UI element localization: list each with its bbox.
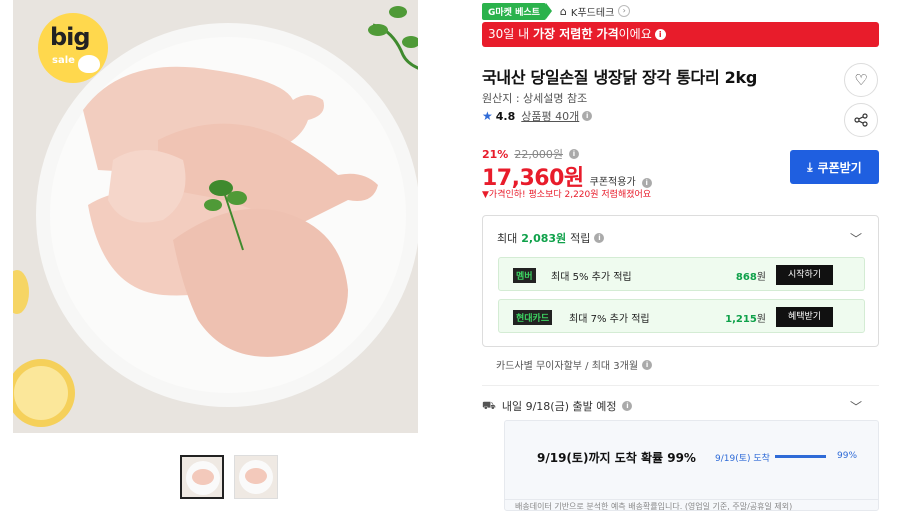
points-row-amount-unit: 원 (756, 314, 766, 325)
divider (505, 499, 878, 500)
wishlist-button[interactable]: ♡ (844, 63, 878, 97)
down-arrow-icon: ▼ (482, 190, 489, 200)
big-sale-small-text: sale (52, 55, 75, 66)
store-link[interactable]: ⌂ K푸드테크 › (559, 4, 631, 19)
big-sale-badge: big sale (38, 13, 108, 83)
points-row-amount: 868원 (736, 268, 766, 283)
info-icon[interactable]: i (622, 401, 633, 411)
info-icon[interactable]: i (642, 359, 653, 370)
gmarket-best-badge[interactable]: G마켓 베스트 (482, 2, 552, 20)
coupon-button-label: 쿠폰받기 (817, 160, 862, 175)
points-row-amount-value: 868 (735, 272, 757, 283)
chevron-down-icon[interactable]: ﹀ (850, 230, 862, 247)
lowest-price-banner[interactable]: 30일 내 가장 저렴한 가격이에요 i (482, 22, 879, 47)
thumbnail-2[interactable] (234, 455, 278, 499)
points-head-suffix: 적립 (570, 232, 591, 245)
rating-score: 4.8 (495, 109, 516, 123)
info-icon[interactable]: i (582, 111, 593, 121)
price-drop-text: 가격인하! 평소보다 2,220원 저렴해졌어요 (488, 190, 652, 200)
lowest-prefix: 30일 내 (488, 27, 533, 41)
points-head[interactable]: 최대 2,083원 적립 i (497, 230, 605, 246)
info-icon[interactable]: i (594, 233, 605, 243)
chevron-right-icon: › (618, 5, 631, 17)
points-head-prefix: 최대 (497, 232, 518, 245)
points-row-amount-unit: 원 (756, 272, 766, 283)
member-logo: 멤버 (513, 268, 536, 283)
bunny-icon (78, 55, 100, 73)
coupon-applied-label: 쿠폰적용가 (589, 177, 636, 188)
product-info-panel: G마켓 베스트 ⌂ K푸드테크 › 30일 내 가장 저렴한 가격이에요 i 국내… (482, 0, 880, 511)
points-row-member: 멤버 최대 5% 추가 적립 868원 시작하기 (498, 257, 865, 291)
hyundai-card-logo: 현대카드 (513, 310, 553, 325)
thumbnail-meat (192, 469, 214, 485)
get-benefit-button[interactable]: 혜택받기 (776, 307, 833, 327)
points-row-desc: 최대 5% 추가 적립 (551, 272, 632, 283)
points-row-hyundai-card: 현대카드 최대 7% 추가 적립 1,215원 혜택받기 (498, 299, 865, 333)
rating-summary: ★ 4.8 상품평 40개 i (482, 108, 593, 124)
start-button[interactable]: 시작하기 (776, 265, 833, 285)
installment-text: 카드사별 무이자할부 / 최대 3개월 (496, 361, 639, 372)
share-button[interactable] (844, 103, 878, 137)
points-box: 최대 2,083원 적립 i ﹀ 멤버 최대 5% 추가 적립 868원 시작하… (482, 215, 879, 347)
arrival-probability-bar (775, 455, 826, 458)
info-icon[interactable]: i (654, 29, 666, 40)
get-coupon-button[interactable]: ⤓ 쿠폰받기 (790, 150, 879, 184)
arrival-probability: 9/19(토)까지 도착 확률 99% (537, 451, 696, 465)
product-origin: 원산지 : 상세설명 참조 (482, 92, 588, 105)
arrival-probability-box: 9/19(토)까지 도착 확률 99% 9/19(토) 도착 99% 배송데이터… (504, 420, 879, 511)
home-icon: ⌂ (559, 4, 567, 18)
product-title: 국내산 당일손질 냉장닭 장각 통다리 2kg (482, 68, 757, 87)
thumbnail-meat (245, 468, 267, 484)
lowest-bold: 가장 저렴한 가격 (532, 27, 619, 41)
discount-percent: 21% (482, 147, 509, 161)
truck-icon: ⛟ (482, 398, 496, 412)
badge-row: G마켓 베스트 ⌂ K푸드테크 › (482, 2, 631, 20)
installment-info: 카드사별 무이자할부 / 최대 3개월 i (496, 357, 653, 372)
arrival-date-label: 9/19(토) 도착 (715, 454, 770, 464)
info-icon[interactable]: i (568, 149, 579, 159)
heart-icon: ♡ (854, 71, 868, 89)
main-product-image[interactable]: big sale (13, 0, 418, 433)
shipping-depart: 내일 9/18(금) 출발 예정 (501, 400, 617, 413)
store-name: K푸드테크 (570, 7, 615, 19)
lowest-suffix: 이에요 (618, 27, 652, 41)
thumbnail-list (180, 455, 278, 499)
price-drop-note: ▼가격인하! 평소보다 2,220원 저렴해졌어요 (482, 187, 651, 200)
thumbnail-1[interactable] (180, 455, 224, 499)
arrival-percent: 99% (837, 451, 858, 461)
big-sale-big-text: big (50, 23, 91, 51)
points-row-amount: 1,215원 (725, 310, 766, 325)
share-icon (854, 113, 868, 127)
star-icon: ★ (482, 109, 493, 123)
chevron-down-icon[interactable]: ﹀ (850, 398, 862, 415)
divider (482, 385, 879, 386)
points-row-desc: 최대 7% 추가 적립 (569, 314, 650, 325)
shipping-row[interactable]: ⛟ 내일 9/18(금) 출발 예정 i (482, 398, 633, 414)
points-max-amount: 2,083원 (521, 232, 567, 245)
review-count-link[interactable]: 상품평 40개 (521, 108, 579, 124)
points-row-amount-value: 1,215 (725, 314, 757, 325)
arrival-note: 배송데이터 기반으로 분석한 예측 배송확률입니다. (영업일 기준, 주말/공… (515, 502, 793, 511)
download-icon: ⤓ (807, 159, 813, 174)
